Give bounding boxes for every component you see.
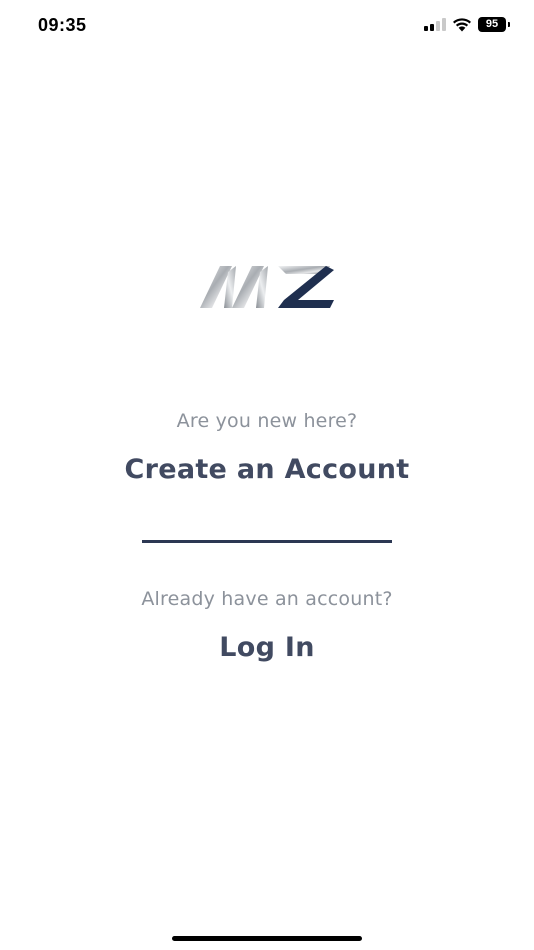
create-account-button[interactable]: Create an Account (124, 454, 409, 485)
signal-icon (424, 18, 446, 31)
status-bar: 09:35 95 (0, 0, 534, 52)
existing-user-prompt: Already have an account? (141, 588, 393, 610)
mz-logo-icon (200, 266, 334, 308)
battery-nub (508, 22, 510, 27)
new-user-prompt: Are you new here? (176, 410, 358, 432)
section-divider (142, 540, 392, 543)
wifi-icon (453, 17, 471, 31)
log-in-row: Log In (0, 632, 534, 663)
status-time: 09:35 (38, 15, 87, 35)
status-icons: 95 (424, 17, 510, 32)
create-account-row: Create an Account (0, 454, 534, 485)
log-in-button[interactable]: Log In (219, 632, 315, 663)
home-indicator[interactable] (172, 936, 362, 941)
battery-level: 95 (485, 18, 499, 30)
battery-icon: 95 (478, 17, 506, 32)
